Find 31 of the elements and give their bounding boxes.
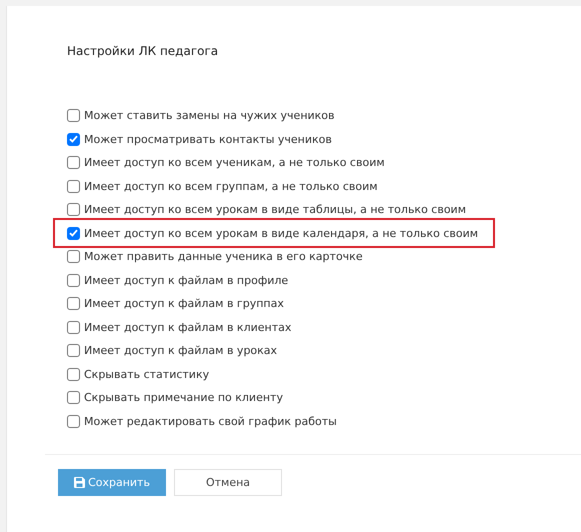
- checkbox-label: Скрывать статистику: [84, 368, 210, 381]
- checkbox-label: Имеет доступ ко всем урокам в виде календаря, а не только своим: [84, 226, 478, 240]
- checkbox-label: Имеет доступ ко всем группам, а не только своим: [84, 180, 378, 193]
- checkbox[interactable]: [67, 344, 80, 358]
- checkbox[interactable]: [67, 180, 80, 193]
- checkbox[interactable]: [67, 391, 80, 404]
- checkbox[interactable]: [67, 320, 80, 334]
- checkbox-label: Имеет доступ к файлам в клиентах: [84, 320, 292, 334]
- checkbox[interactable]: [67, 109, 80, 122]
- checkbox-label: Имеет доступ ко всем ученикам, а не только своим: [84, 156, 385, 170]
- checkbox[interactable]: [67, 226, 80, 240]
- checkbox-label: Имеет доступ к файлам в уроках: [84, 344, 278, 358]
- checkbox-label: Может править данные ученика в его карточке: [84, 250, 363, 264]
- checkbox[interactable]: [67, 414, 80, 428]
- checkbox-label: Скрывать примечание по клиенту: [84, 391, 283, 404]
- save-icon: [74, 477, 86, 488]
- checkbox-label: Имеет доступ к файлам в группах: [84, 297, 284, 310]
- cancel-button[interactable]: Отмена: [174, 469, 282, 496]
- checkbox-label: Может редактировать свой график работы: [84, 414, 337, 428]
- checkbox[interactable]: [67, 132, 80, 146]
- checkbox[interactable]: [67, 297, 80, 310]
- checkbox-label: Имеет доступ к файлам в профиле: [84, 274, 288, 287]
- checkbox[interactable]: [67, 203, 80, 216]
- checkbox[interactable]: [67, 274, 80, 287]
- checkbox-label: Может просматривать контакты учеников: [84, 132, 332, 146]
- checkbox[interactable]: [67, 156, 80, 170]
- section-title: Настройки ЛК педагога: [67, 44, 220, 58]
- checkbox[interactable]: [67, 250, 80, 264]
- checkbox-label: Имеет доступ ко всем урокам в виде таблицы, а не только своим: [84, 203, 466, 216]
- checkbox-label: Может ставить замены на чужих учеников: [84, 109, 335, 122]
- checkbox[interactable]: [67, 368, 80, 381]
